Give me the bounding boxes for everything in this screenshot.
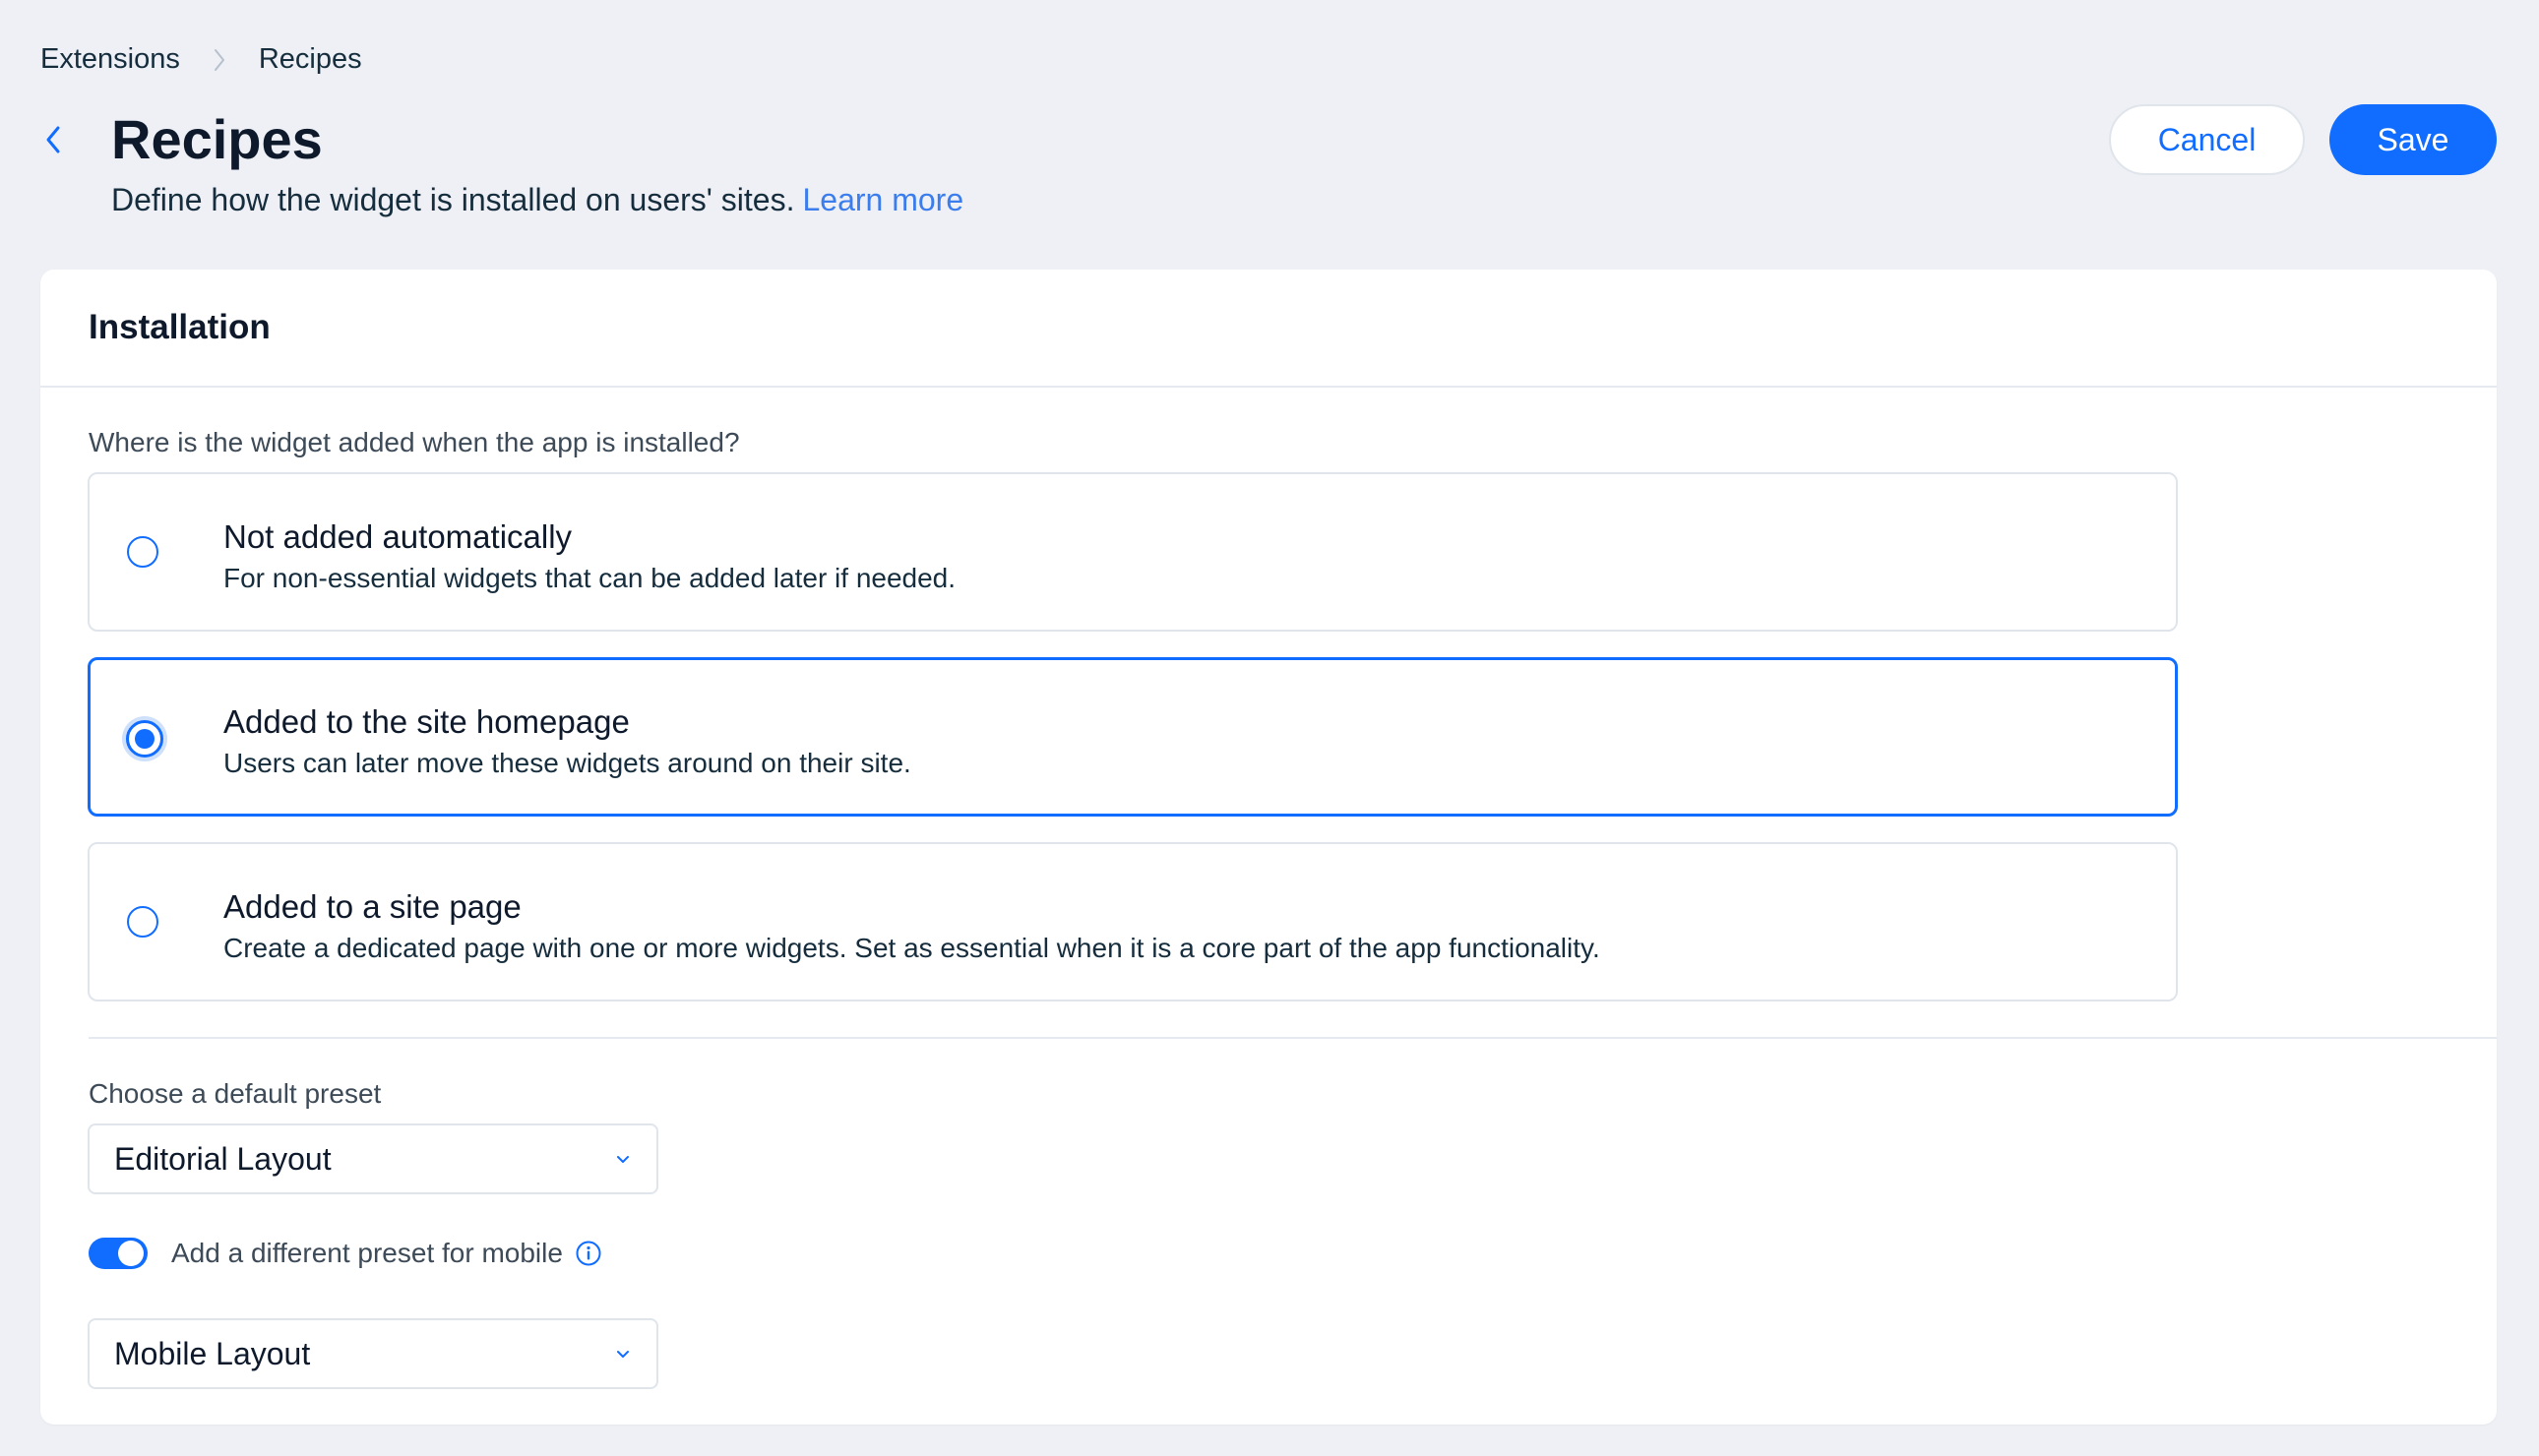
chevron-down-icon — [613, 1344, 633, 1364]
learn-more-link[interactable]: Learn more — [802, 182, 963, 217]
save-button[interactable]: Save — [2329, 104, 2497, 175]
option-description: For non-essential widgets that can be ad… — [223, 563, 957, 593]
mobile-preset-toggle-label: Add a different preset for mobile — [171, 1238, 563, 1268]
radio-added-to-site-homepage[interactable] — [126, 720, 163, 758]
breadcrumb-extensions[interactable]: Extensions — [40, 43, 180, 76]
option-added-to-site-page[interactable]: Added to a site page Create a dedicated … — [88, 842, 2178, 1001]
mobile-preset-toggle[interactable] — [89, 1238, 148, 1269]
default-preset-label: Choose a default preset — [89, 1078, 382, 1109]
cancel-button[interactable]: Cancel — [2109, 104, 2305, 175]
mobile-preset-dropdown[interactable]: Mobile Layout — [88, 1318, 658, 1389]
mobile-preset-value: Mobile Layout — [114, 1336, 311, 1371]
option-description: Users can later move these widgets aroun… — [223, 748, 911, 778]
installation-card: Installation Where is the widget added w… — [40, 270, 2497, 1425]
option-title: Added to a site page — [223, 888, 522, 925]
option-description: Create a dedicated page with one or more… — [223, 933, 1600, 963]
option-not-added-automatically[interactable]: Not added automatically For non-essentia… — [88, 472, 2178, 632]
chevron-right-icon — [214, 44, 229, 76]
page-subtitle-text: Define how the widget is installed on us… — [111, 182, 795, 217]
section-divider — [89, 1037, 2497, 1039]
breadcrumb-current: Recipes — [258, 43, 362, 75]
default-preset-dropdown[interactable]: Editorial Layout — [88, 1123, 658, 1194]
default-preset-value: Editorial Layout — [114, 1141, 332, 1177]
page-subtitle: Define how the widget is installed on us… — [111, 180, 963, 219]
toggle-knob — [118, 1241, 144, 1266]
radio-added-to-site-page[interactable] — [127, 906, 158, 938]
mobile-preset-toggle-row: Add a different preset for mobile — [89, 1238, 602, 1269]
installation-question: Where is the widget added when the app i… — [89, 427, 740, 457]
radio-not-added-automatically[interactable] — [127, 536, 158, 568]
option-title: Not added automatically — [223, 518, 573, 555]
back-button[interactable] — [37, 122, 69, 161]
page: Extensions Recipes Recipes Define how th… — [0, 0, 2539, 1456]
installation-title: Installation — [89, 308, 271, 346]
option-title: Added to the site homepage — [223, 703, 630, 740]
chevron-down-icon — [613, 1149, 633, 1169]
info-icon[interactable] — [575, 1240, 602, 1267]
installation-card-header: Installation — [40, 270, 2497, 388]
breadcrumb: Extensions Recipes — [40, 43, 362, 76]
page-title: Recipes — [111, 108, 323, 170]
option-added-to-site-homepage[interactable]: Added to the site homepage Users can lat… — [88, 657, 2178, 817]
chevron-left-icon — [43, 124, 63, 160]
